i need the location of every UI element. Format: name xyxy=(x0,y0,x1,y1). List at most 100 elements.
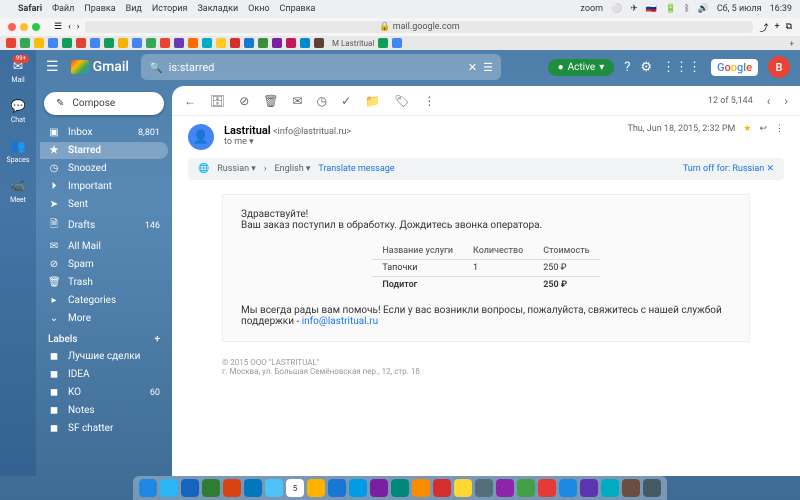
add-label-icon[interactable]: + xyxy=(154,334,160,345)
tab-icon[interactable] xyxy=(146,38,156,48)
folder-spam[interactable]: ⊘Spam xyxy=(40,256,168,273)
dock-excel[interactable] xyxy=(202,479,220,497)
app-name[interactable]: Safari xyxy=(18,4,42,14)
apps-icon[interactable]: ⋮⋮⋮ xyxy=(662,60,701,75)
clear-search-icon[interactable]: ✕ xyxy=(468,61,477,74)
label-item[interactable]: ◼SF chatter xyxy=(40,420,168,437)
new-tab-icon[interactable]: + xyxy=(774,22,779,32)
star-icon[interactable]: ★ xyxy=(743,124,751,134)
tab-icon[interactable] xyxy=(132,38,142,48)
search-bar[interactable]: 🔍 ✕ ☰ xyxy=(141,54,501,80)
zoom-indicator[interactable]: zoom xyxy=(580,4,603,14)
search-input[interactable] xyxy=(169,61,462,74)
telegram-icon[interactable]: ✈ xyxy=(630,4,638,14)
dock-teams[interactable] xyxy=(391,479,409,497)
tab-icon[interactable] xyxy=(314,38,324,48)
label-item[interactable]: ◼KO60 xyxy=(40,384,168,401)
folder-drafts[interactable]: 🗎Drafts146 xyxy=(40,214,168,237)
window-minimize[interactable] xyxy=(20,23,28,31)
menu-help[interactable]: Справка xyxy=(280,4,316,14)
snooze-icon[interactable]: ◷ xyxy=(317,94,327,108)
menu-bookmarks[interactable]: Закладки xyxy=(197,4,238,14)
translate-off[interactable]: Turn off for: Russian ✕ xyxy=(683,164,774,174)
menu-view[interactable]: Вид xyxy=(126,4,142,14)
move-icon[interactable]: 📁 xyxy=(365,94,380,108)
menu-window[interactable]: Окно xyxy=(248,4,269,14)
folder-inbox[interactable]: ▣Inbox8,801 xyxy=(40,124,168,141)
delete-icon[interactable]: 🗑 xyxy=(263,94,278,108)
flag-icon[interactable]: 🇷🇺 xyxy=(646,4,657,14)
dock-app[interactable] xyxy=(412,479,430,497)
battery-icon[interactable]: 🔋 xyxy=(665,4,676,14)
tab-icon[interactable] xyxy=(62,38,72,48)
account-avatar[interactable]: B xyxy=(768,56,790,78)
tab-icon[interactable] xyxy=(230,38,240,48)
label-item[interactable]: ◼IDEA xyxy=(40,366,168,383)
rail-mail[interactable]: 99+ ✉ Mail xyxy=(10,58,26,84)
folder-starred[interactable]: ★Starred xyxy=(40,142,168,159)
dock-powerpoint[interactable] xyxy=(223,479,241,497)
dock-app[interactable] xyxy=(475,479,493,497)
mark-unread-icon[interactable]: ✉ xyxy=(293,94,303,108)
window-close[interactable] xyxy=(8,23,16,31)
back-icon[interactable]: ‹ xyxy=(68,22,71,32)
tab-icon[interactable] xyxy=(392,38,402,48)
menu-file[interactable]: Файл xyxy=(52,4,74,14)
folder-allmail[interactable]: ✉All Mail xyxy=(40,238,168,255)
menu-history[interactable]: История xyxy=(152,4,188,14)
tab-icon[interactable] xyxy=(90,38,100,48)
menu-icon[interactable]: ☰ xyxy=(46,59,59,75)
translate-to[interactable]: English ▾ xyxy=(275,164,311,174)
add-task-icon[interactable]: ✓ xyxy=(341,94,351,108)
tab-icon[interactable] xyxy=(118,38,128,48)
tabs-icon[interactable]: ⧉ xyxy=(786,22,792,32)
tab-icon[interactable] xyxy=(378,38,388,48)
dock-app[interactable] xyxy=(580,479,598,497)
labels-icon[interactable]: 🏷 xyxy=(394,94,409,108)
archive-icon[interactable]: 🗄 xyxy=(210,94,225,108)
compose-button[interactable]: ✎ Compose xyxy=(44,92,164,115)
rail-spaces[interactable]: 👥 Spaces xyxy=(7,138,30,164)
tab-icon[interactable] xyxy=(6,38,16,48)
new-tab-button[interactable]: + xyxy=(789,39,794,48)
tab-icon[interactable] xyxy=(160,38,170,48)
dock-app[interactable] xyxy=(538,479,556,497)
label-item[interactable]: ◼Лучшие сделки xyxy=(40,348,168,365)
dock-app[interactable] xyxy=(559,479,577,497)
dock-zoom[interactable] xyxy=(265,479,283,497)
status-active[interactable]: ● Active ▾ xyxy=(548,59,615,76)
dock-app[interactable] xyxy=(601,479,619,497)
translate-from[interactable]: Russian ▾ xyxy=(217,164,256,174)
folder-more[interactable]: ⌄More xyxy=(40,310,168,327)
gmail-logo[interactable]: Gmail xyxy=(71,59,129,75)
dock-app[interactable] xyxy=(454,479,472,497)
dock-safari[interactable] xyxy=(349,479,367,497)
folder-snoozed[interactable]: ◷Snoozed xyxy=(40,160,168,177)
tab-icon[interactable] xyxy=(104,38,114,48)
folder-trash[interactable]: 🗑Trash xyxy=(40,274,168,291)
dock-appstore[interactable] xyxy=(328,479,346,497)
tab-icon[interactable] xyxy=(76,38,86,48)
rail-meet[interactable]: 📹 Meet xyxy=(10,178,26,204)
more-icon[interactable]: ⋮ xyxy=(423,94,435,108)
support-email-link[interactable]: info@lastritual.ru xyxy=(302,316,378,327)
translate-action[interactable]: Translate message xyxy=(318,164,394,174)
label-item[interactable]: ◼Notes xyxy=(40,402,168,419)
support-icon[interactable]: ? xyxy=(624,60,630,75)
tab-icon[interactable] xyxy=(48,38,58,48)
back-icon[interactable]: ← xyxy=(184,94,196,108)
reply-icon[interactable]: ↩ xyxy=(759,124,767,134)
tab-icon[interactable] xyxy=(174,38,184,48)
dock-app[interactable] xyxy=(433,479,451,497)
dock-app[interactable] xyxy=(622,479,640,497)
dock-finder[interactable] xyxy=(139,479,157,497)
dock-notes[interactable] xyxy=(307,479,325,497)
tab-icon[interactable] xyxy=(286,38,296,48)
sound-icon[interactable]: 🔊 xyxy=(698,4,709,14)
tab-icon[interactable] xyxy=(244,38,254,48)
settings-icon[interactable]: ⚙ xyxy=(640,60,652,75)
tab-icon[interactable] xyxy=(188,38,198,48)
dock-word[interactable] xyxy=(181,479,199,497)
dock-onenote[interactable] xyxy=(370,479,388,497)
next-icon[interactable]: › xyxy=(784,94,788,108)
